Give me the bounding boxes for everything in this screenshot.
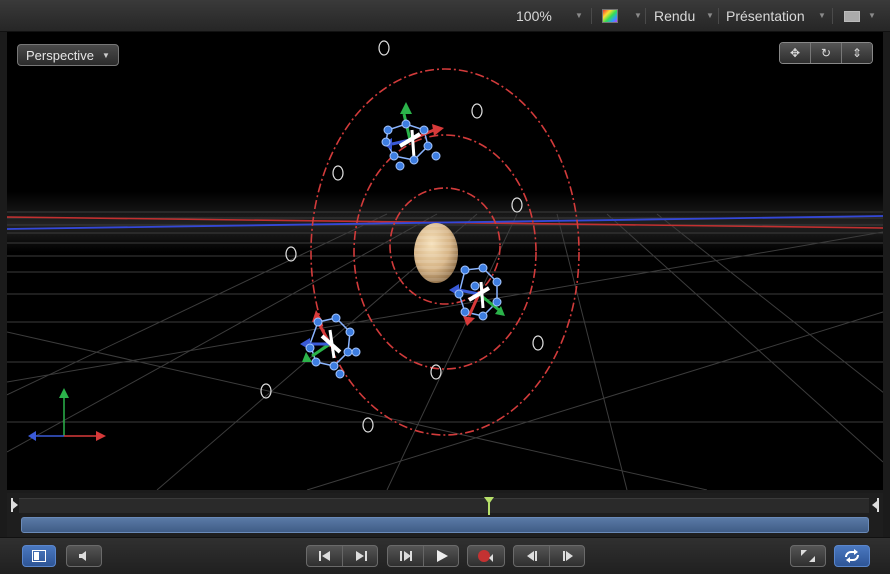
previous-keyframe-button[interactable]	[514, 546, 549, 566]
audio-button[interactable]	[66, 545, 102, 567]
render-dropdown-arrow-icon[interactable]: ▼	[706, 7, 714, 25]
keyframe-nav-buttons	[513, 545, 585, 567]
show-inspector-icon	[32, 550, 46, 562]
previous-frame-button[interactable]	[388, 546, 423, 566]
play-range-end-icon[interactable]	[871, 498, 879, 512]
view-layout-dropdown-arrow-icon[interactable]: ▼	[868, 7, 876, 25]
camera-view-label: Perspective	[26, 48, 94, 63]
go-to-start-end-buttons	[306, 545, 378, 567]
toolbar-divider	[718, 8, 719, 24]
record-icon	[478, 550, 493, 562]
go-to-start-button[interactable]	[307, 546, 342, 566]
play-button[interactable]	[423, 546, 459, 566]
canvas-toolbar: 100% ▼ ▼ Rendu ▼ Présentation ▼ ▼	[0, 0, 890, 32]
motion-canvas-window: 100% ▼ ▼ Rendu ▼ Présentation ▼ ▼ Perspe…	[0, 0, 890, 574]
toolbar-divider	[591, 8, 592, 24]
planet-sphere[interactable]	[414, 223, 458, 283]
toolbar-divider	[832, 8, 833, 24]
scene-3d	[7, 40, 883, 490]
view-layout-icon[interactable]	[844, 11, 860, 22]
previous-keyframe-icon	[526, 551, 537, 561]
dolly-icon[interactable]: ⇕	[841, 43, 872, 63]
mini-timeline	[7, 493, 883, 537]
x-axis-arrow-icon	[96, 431, 106, 441]
color-channels-icon[interactable]	[602, 9, 618, 23]
play-range-start-icon[interactable]	[11, 498, 19, 512]
audio-icon	[79, 551, 86, 561]
y-axis-arrow-icon	[59, 388, 69, 398]
zoom-dropdown-arrow-icon[interactable]: ▼	[575, 7, 583, 25]
orbit-icon[interactable]: ↻	[810, 43, 841, 63]
timeline-ruler[interactable]	[19, 498, 869, 513]
record-button[interactable]	[467, 545, 505, 567]
canvas-viewport[interactable]: Perspective ▼ ✥ ↻ ⇕	[7, 32, 883, 490]
pan-icon[interactable]: ✥	[780, 43, 810, 63]
camera-view-dropdown-arrow-icon: ▼	[102, 51, 110, 60]
fullscreen-icon	[801, 550, 815, 562]
playhead-icon[interactable]	[482, 497, 496, 515]
render-menu[interactable]: Rendu	[654, 7, 695, 25]
fullscreen-button[interactable]	[790, 545, 826, 567]
loop-icon	[845, 549, 859, 563]
zoom-level-menu[interactable]: 100%	[516, 7, 552, 25]
loop-playback-button[interactable]	[834, 545, 870, 567]
transport-bar	[0, 537, 890, 574]
frame-play-buttons	[387, 545, 459, 567]
next-keyframe-button[interactable]	[549, 546, 585, 566]
next-keyframe-icon	[562, 551, 573, 561]
transform-gizmo-right[interactable]	[449, 263, 505, 326]
go-to-end-button[interactable]	[342, 546, 378, 566]
3d-view-controls: ✥ ↻ ⇕	[779, 42, 873, 64]
play-icon	[436, 550, 448, 562]
go-to-start-icon	[318, 551, 330, 561]
show-inspector-button[interactable]	[22, 545, 56, 567]
axis-compass	[28, 388, 106, 441]
presentation-dropdown-arrow-icon[interactable]: ▼	[818, 7, 826, 25]
previous-frame-icon	[399, 551, 412, 561]
go-to-end-icon	[355, 551, 367, 561]
transform-gizmo-left[interactable]	[300, 310, 361, 379]
camera-view-menu[interactable]: Perspective ▼	[17, 44, 119, 66]
presentation-menu[interactable]: Présentation	[726, 7, 805, 25]
toolbar-divider	[645, 8, 646, 24]
color-channels-dropdown-arrow-icon[interactable]: ▼	[634, 7, 642, 25]
project-duration-bar[interactable]	[21, 517, 869, 533]
